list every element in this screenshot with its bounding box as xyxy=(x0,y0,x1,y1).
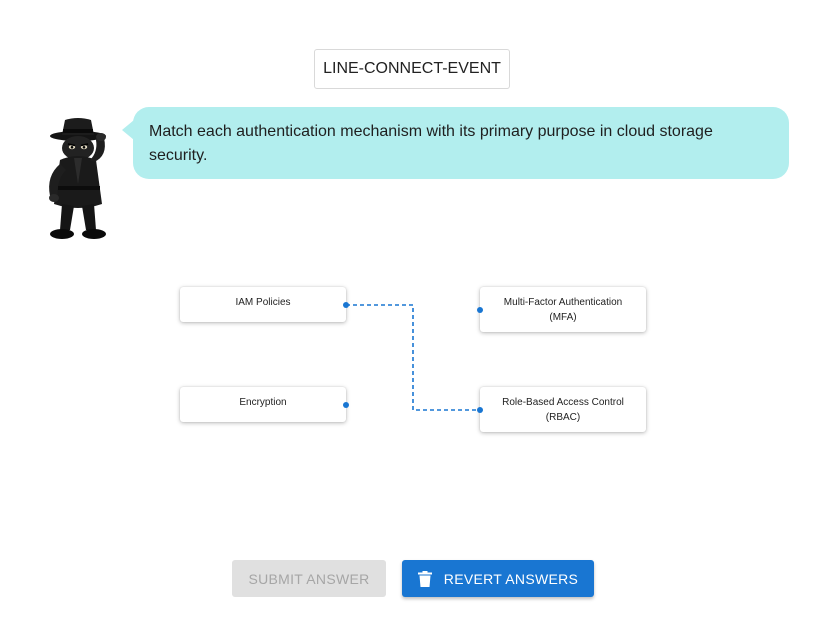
connection-line xyxy=(346,304,480,411)
left-item-iam-policies[interactable]: IAM Policies xyxy=(180,287,346,322)
submit-answer-label: SUBMIT ANSWER xyxy=(248,570,370,587)
connector-port-mfa[interactable] xyxy=(477,307,483,313)
event-type-text: LINE-CONNECT-EVENT xyxy=(323,60,501,77)
right-item-rbac[interactable]: Role-Based Access Control (RBAC) xyxy=(480,387,646,432)
right-item-mfa[interactable]: Multi-Factor Authentication (MFA) xyxy=(480,287,646,332)
trash-icon xyxy=(417,570,432,587)
left-item-label: Encryption xyxy=(239,397,287,408)
right-item-label-line2: (RBAC) xyxy=(545,412,581,423)
right-item-label-line2: (MFA) xyxy=(549,312,577,323)
matching-game: LINE-CONNECT-EVENT Match each authentica… xyxy=(0,0,826,618)
event-type-label: LINE-CONNECT-EVENT xyxy=(314,49,510,89)
right-item-label-line1: Multi-Factor Authentication xyxy=(503,297,623,308)
submit-answer-button[interactable]: SUBMIT ANSWER xyxy=(232,560,386,597)
revert-answers-label: REVERT ANSWERS xyxy=(443,570,579,587)
speech-bubble: Match each authentication mechanism with… xyxy=(133,107,789,179)
prompt-text: Match each authentication mechanism with… xyxy=(149,123,713,164)
connector-port-iam-policies[interactable] xyxy=(343,302,349,308)
connector-port-rbac[interactable] xyxy=(477,407,483,413)
connector-port-encryption[interactable] xyxy=(343,402,349,408)
left-item-label: IAM Policies xyxy=(235,297,291,308)
left-item-encryption[interactable]: Encryption xyxy=(180,387,346,422)
revert-answers-button[interactable]: REVERT ANSWERS xyxy=(402,560,594,597)
right-item-label-line1: Role-Based Access Control xyxy=(502,397,624,408)
spy-avatar-icon xyxy=(49,118,106,239)
